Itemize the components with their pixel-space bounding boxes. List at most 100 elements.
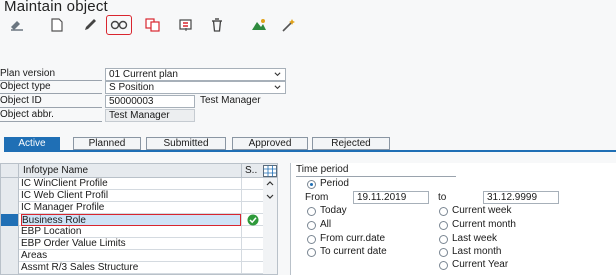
- radio-last-month[interactable]: Last month: [439, 246, 501, 258]
- infotype-name: EBP Order Value Limits: [21, 238, 126, 249]
- object-type-label: Object type: [0, 81, 102, 94]
- tab-submitted[interactable]: Submitted: [146, 137, 226, 150]
- plan-version-select[interactable]: 01 Current plan: [105, 68, 286, 81]
- from-label: From: [305, 192, 329, 203]
- object-id-row: Object ID 50000003 Test Manager: [0, 95, 300, 108]
- table-row[interactable]: IC Manager Profile: [1, 202, 263, 214]
- change-icon[interactable]: [80, 16, 102, 34]
- table-row[interactable]: IC WinClient Profile: [1, 178, 263, 190]
- tab-planned[interactable]: Planned: [73, 137, 141, 150]
- plan-version-row: Plan version 01 Current plan: [0, 68, 300, 81]
- infotype-name: IC WinClient Profile: [21, 178, 108, 189]
- row-selector[interactable]: [1, 214, 19, 226]
- create-icon[interactable]: [46, 16, 68, 34]
- infotype-name: Business Role: [21, 214, 241, 226]
- infotype-name: IC Web Client Profil: [21, 190, 109, 201]
- object-id-description: Test Manager: [200, 95, 261, 106]
- radio-to-current-date[interactable]: To current date: [307, 246, 387, 258]
- status-cell: [241, 178, 263, 190]
- row-selector[interactable]: [1, 178, 19, 190]
- column-header-infotype-name[interactable]: Infotype Name: [23, 165, 88, 177]
- radio-current-week[interactable]: Current week: [439, 205, 511, 217]
- radio-current-year[interactable]: Current Year: [439, 259, 508, 271]
- table-row[interactable]: IC Web Client Profil: [1, 190, 263, 202]
- plan-version-value: 01 Current plan: [109, 69, 178, 80]
- table-row[interactable]: Assmt R/3 Sales Structure: [1, 262, 263, 274]
- radio-button-selected[interactable]: [307, 180, 316, 189]
- status-cell: [241, 226, 263, 238]
- radio-button[interactable]: [307, 248, 316, 257]
- status-cell: [241, 238, 263, 250]
- to-date-input[interactable]: 31.12.9999: [483, 191, 559, 204]
- divider: [296, 176, 456, 177]
- column-header-status[interactable]: S..: [241, 164, 263, 178]
- radio-from-current-date[interactable]: From curr.date: [307, 233, 385, 245]
- select-all-cell[interactable]: [1, 164, 19, 178]
- row-selector[interactable]: [1, 250, 19, 262]
- radio-button[interactable]: [439, 221, 448, 230]
- chevron-up-icon[interactable]: [266, 181, 274, 186]
- radio-label: Last week: [452, 233, 498, 244]
- object-abbr-label: Object abbr.: [0, 109, 102, 122]
- object-type-row: Object type S Position: [0, 81, 300, 94]
- radio-button[interactable]: [439, 261, 448, 270]
- radio-all[interactable]: All: [307, 219, 331, 231]
- from-date-input[interactable]: 19.11.2019: [353, 191, 429, 204]
- wand-icon[interactable]: [278, 16, 300, 34]
- radio-label: Last month: [452, 246, 502, 257]
- to-label: to: [438, 192, 447, 203]
- table-row[interactable]: EBP Location: [1, 226, 263, 238]
- row-selector[interactable]: [1, 226, 19, 238]
- radio-button[interactable]: [439, 248, 448, 257]
- radio-button[interactable]: [439, 207, 448, 216]
- application-toolbar: [0, 14, 616, 36]
- radio-button[interactable]: [307, 207, 316, 216]
- radio-today[interactable]: Today: [307, 205, 347, 217]
- display-icon[interactable]: [6, 16, 28, 34]
- tab-active[interactable]: Active: [4, 137, 60, 150]
- infotype-name: Areas: [21, 250, 48, 261]
- radio-label: Current week: [452, 205, 512, 216]
- radio-label: Period: [320, 178, 349, 189]
- page-title: Maintain object: [4, 0, 108, 15]
- copy-icon[interactable]: [142, 16, 164, 34]
- tab-approved[interactable]: Approved: [232, 137, 308, 150]
- check-icon: [247, 214, 259, 226]
- radio-button[interactable]: [439, 235, 448, 244]
- infotype-name: IC Manager Profile: [21, 202, 105, 213]
- delimit-icon[interactable]: [175, 16, 197, 34]
- tab-rejected[interactable]: Rejected: [312, 137, 390, 150]
- object-id-input[interactable]: 50000003: [105, 95, 195, 108]
- radio-last-week[interactable]: Last week: [439, 233, 497, 245]
- table-row-selected[interactable]: Business Role: [1, 214, 263, 226]
- chevron-down-icon[interactable]: [266, 194, 274, 199]
- radio-button[interactable]: [307, 235, 316, 244]
- tab-strip-underline: [4, 150, 616, 152]
- infotype-name: Assmt R/3 Sales Structure: [21, 262, 139, 273]
- vertical-scrollbar[interactable]: [263, 178, 277, 274]
- table-row[interactable]: Areas: [1, 250, 263, 262]
- row-selector[interactable]: [1, 238, 19, 250]
- radio-label: Current Year: [452, 259, 509, 270]
- object-id-label: Object ID: [0, 95, 102, 108]
- table-row[interactable]: EBP Order Value Limits: [1, 238, 263, 250]
- object-type-value: S Position: [109, 82, 155, 93]
- chevron-down-icon: [274, 85, 281, 90]
- object-type-select[interactable]: S Position: [105, 81, 286, 94]
- delete-icon[interactable]: [206, 16, 228, 34]
- status-cell: [241, 262, 263, 274]
- table-header: Infotype Name S..: [1, 164, 277, 178]
- radio-period[interactable]: Period: [307, 178, 349, 190]
- row-selector[interactable]: [1, 202, 19, 214]
- time-period-panel: Time period Period From 19.11.2019 to 31…: [290, 163, 616, 275]
- table-settings-icon[interactable]: [263, 165, 277, 177]
- status-cell: [241, 250, 263, 262]
- structure-icon[interactable]: [248, 16, 270, 34]
- overview-icon[interactable]: [106, 15, 132, 35]
- time-period-title: Time period: [296, 164, 349, 175]
- radio-button[interactable]: [307, 221, 316, 230]
- radio-label: From curr.date: [320, 233, 386, 244]
- row-selector[interactable]: [1, 262, 19, 274]
- radio-current-month[interactable]: Current month: [439, 219, 516, 231]
- row-selector[interactable]: [1, 190, 19, 202]
